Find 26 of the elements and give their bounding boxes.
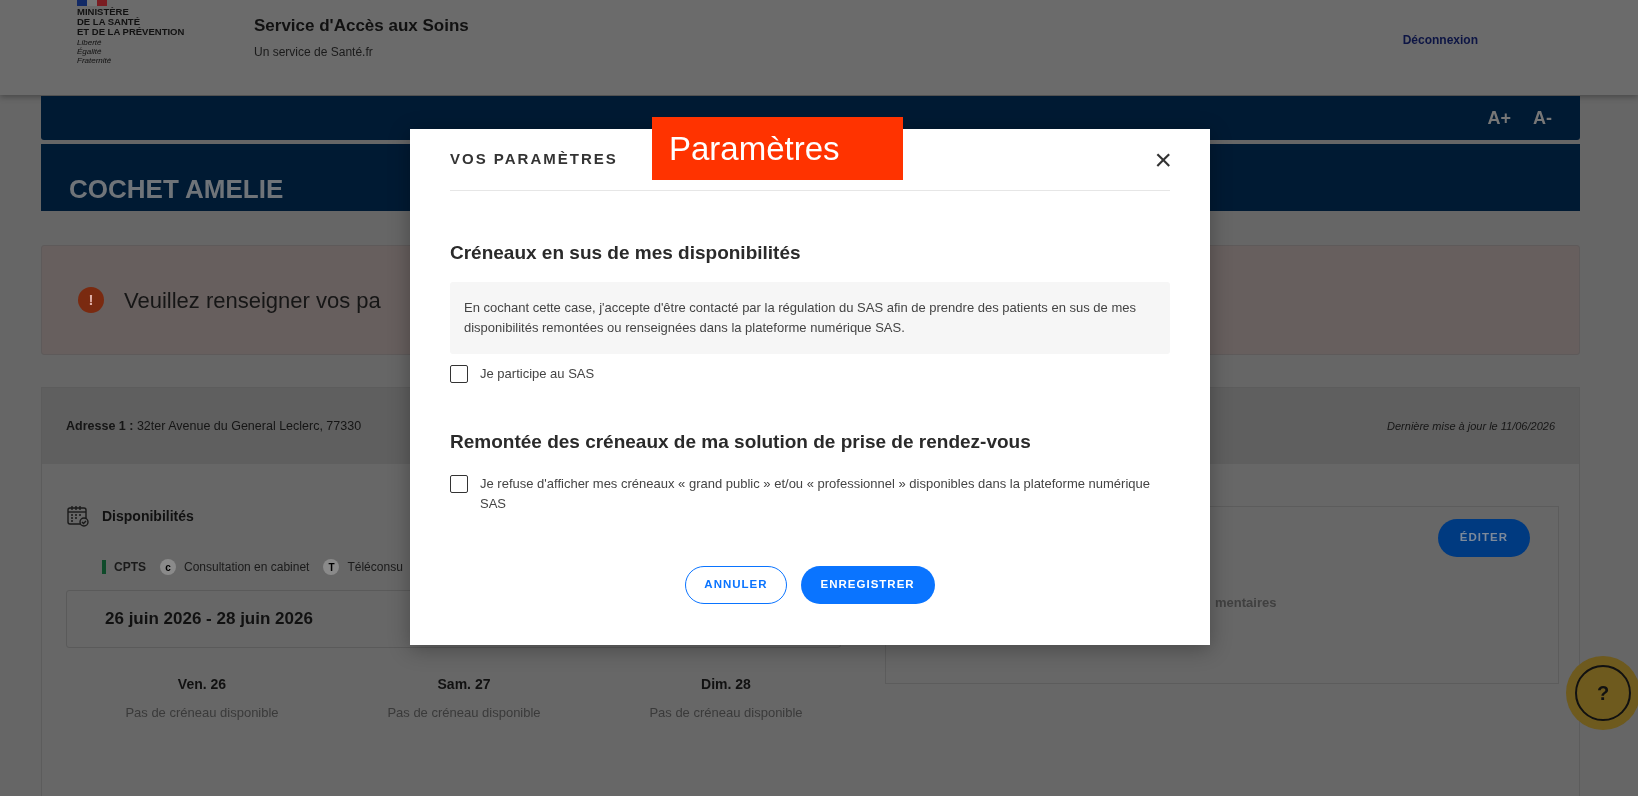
site-subtitle: Un service de Santé.fr	[254, 43, 374, 61]
info-text: En cochant cette case, j'accepte d'être contacté par la régulation du SAS afin de prendre des patients en sus de mes disponibilités remontées ou renseignées dans la plateforme numérique SAS.	[464, 298, 1137, 337]
legend-badge: c	[160, 559, 176, 575]
day-label: Sam. 27	[437, 675, 491, 694]
checkbox-label: Je refuse d'afficher mes créneaux « grand public » et/ou « professionnel » disponibles dans la plateforme numérique SAS	[480, 475, 1151, 513]
day-label: Dim. 28	[701, 675, 751, 694]
annotation-label: Paramètres	[652, 117, 903, 180]
ministry-name: MINISTÈRE DE LA SANTÉ ET DE LA PRÉVENTION	[77, 7, 186, 37]
section-heading: Créneaux en sus de mes disponibilités	[450, 241, 802, 265]
section-heading: Remontée des créneaux de ma solution de prise de rendez-vous	[450, 429, 1032, 454]
legend-label: Consultation en cabinet	[184, 559, 310, 576]
legend-label: Téléconsu	[347, 559, 403, 576]
legend-label: CPTS	[114, 559, 146, 576]
date-range: 26 juin 2026 - 28 juin 2026	[105, 608, 313, 631]
checkbox-label: Je participe au SAS	[480, 364, 595, 383]
site-title: Service d'Accès aux Soins	[254, 15, 469, 37]
warning-icon: !	[78, 287, 104, 313]
dialog-title: VOS PARAMÈTRES	[450, 149, 618, 170]
legend-badge: T	[323, 559, 340, 575]
profile-name: COCHET AMELIE	[69, 173, 284, 206]
motto: Liberté Égalité Fraternité	[77, 38, 113, 65]
section-title: Disponibilités	[102, 506, 194, 526]
address-text: Adresse 1 : 32ter Avenue du General Leclerc, 77330	[66, 417, 362, 435]
day-label: Ven. 26	[177, 675, 227, 694]
last-update: Dernière mise à jour le 11/06/2026	[1387, 418, 1555, 434]
alert-message: Veuillez renseigner vos pa	[124, 286, 381, 315]
